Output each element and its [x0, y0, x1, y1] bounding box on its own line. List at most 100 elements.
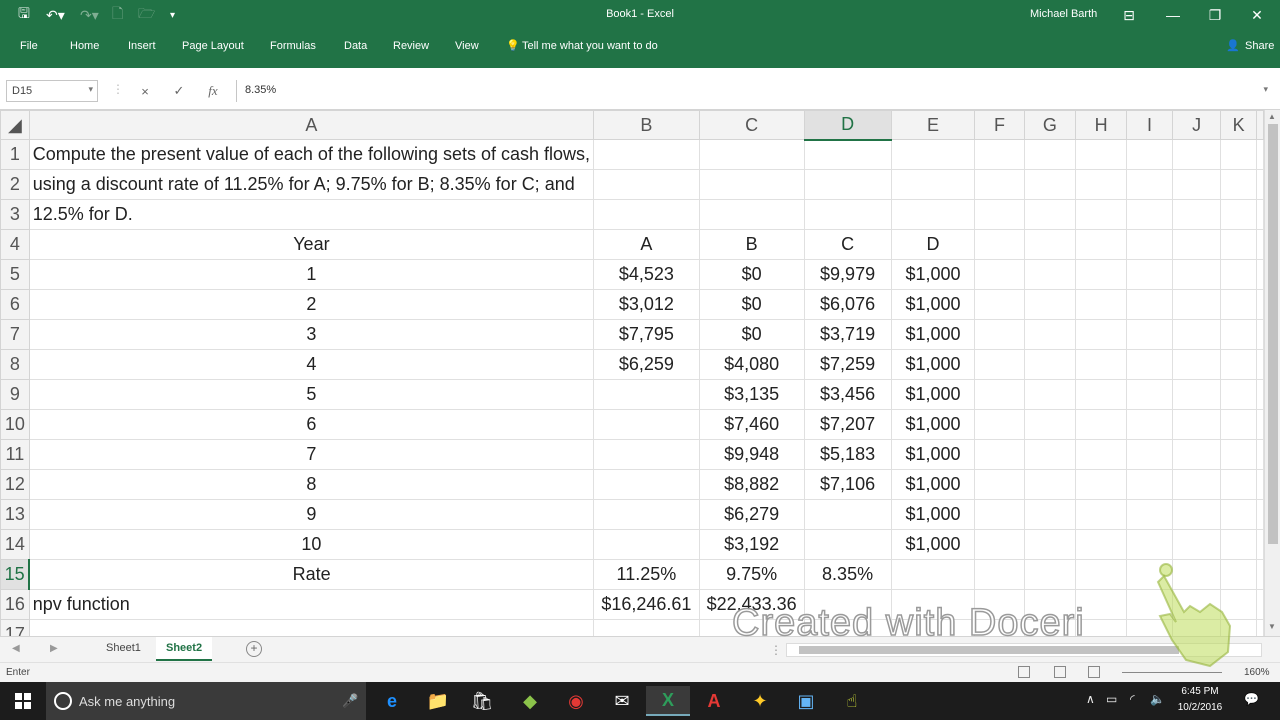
column-header-g[interactable]: G — [1023, 110, 1077, 140]
cell-b10[interactable] — [593, 409, 700, 440]
cell-l11[interactable] — [1256, 439, 1264, 470]
cell-g12[interactable] — [1023, 469, 1077, 500]
cell-b13[interactable] — [593, 499, 700, 530]
file-explorer-icon[interactable]: 📁 — [416, 686, 460, 716]
cell-e9[interactable]: $1,000 — [890, 379, 976, 410]
cell-k4[interactable] — [1220, 229, 1257, 260]
cell-f2[interactable] — [974, 169, 1025, 200]
cell-l13[interactable] — [1256, 499, 1264, 530]
cell-e6[interactable]: $1,000 — [890, 289, 976, 320]
cell-e15[interactable] — [890, 559, 976, 590]
cell-j12[interactable] — [1172, 469, 1222, 500]
cell-l2[interactable] — [1256, 169, 1264, 200]
cell-l14[interactable] — [1256, 529, 1264, 560]
network-icon[interactable]: ▭ — [1106, 692, 1117, 706]
formula-input[interactable]: 8.35% — [236, 80, 1274, 102]
cell-a14[interactable]: 10 — [28, 529, 595, 560]
cell-i3[interactable] — [1125, 199, 1174, 230]
row-header[interactable]: 10 — [0, 409, 30, 440]
zoom-level[interactable]: 160% — [1244, 667, 1270, 678]
cell-h12[interactable] — [1075, 469, 1127, 500]
cell-a8[interactable]: 4 — [28, 349, 595, 380]
cell-a15[interactable]: Rate — [28, 559, 595, 590]
cell-b9[interactable] — [593, 379, 700, 410]
row-header[interactable]: 14 — [0, 529, 30, 560]
cell-h9[interactable] — [1075, 379, 1127, 410]
row-header[interactable]: 8 — [0, 349, 30, 380]
name-box[interactable]: D15 ▾ — [6, 80, 98, 102]
cell-b11[interactable] — [593, 439, 700, 470]
mail-icon[interactable]: ✉ — [600, 686, 644, 716]
cell-e3[interactable] — [890, 199, 976, 230]
add-sheet-icon[interactable]: + — [246, 641, 262, 657]
cell-b12[interactable] — [593, 469, 700, 500]
cell-e5[interactable]: $1,000 — [890, 259, 976, 290]
store-icon[interactable]: 🛍 — [460, 686, 504, 716]
cell-l10[interactable] — [1256, 409, 1264, 440]
cell-a17[interactable] — [28, 619, 595, 636]
tab-review[interactable]: Review — [393, 40, 429, 52]
cell-c6[interactable]: $0 — [698, 289, 805, 320]
next-sheet-icon[interactable]: ▶ — [50, 643, 58, 654]
cell-j2[interactable] — [1172, 169, 1222, 200]
worksheet-grid[interactable]: ◢ ABCDEFGHIJK 1 Compute the present value… — [0, 110, 1264, 636]
cell-a9[interactable]: 5 — [28, 379, 595, 410]
cell-e1[interactable] — [890, 139, 976, 170]
cell-c12[interactable]: $8,882 — [698, 469, 805, 500]
cell-d9[interactable]: $3,456 — [803, 379, 892, 410]
minecraft-icon[interactable]: ◆ — [508, 686, 552, 716]
cell-i6[interactable] — [1125, 289, 1174, 320]
cell-g1[interactable] — [1023, 139, 1077, 170]
scrollbar-thumb[interactable] — [799, 646, 1179, 654]
cell-k9[interactable] — [1220, 379, 1257, 410]
row-header[interactable]: 2 — [0, 169, 30, 200]
cell-g10[interactable] — [1023, 409, 1077, 440]
tab-file[interactable]: File — [20, 40, 38, 52]
cell-d10[interactable]: $7,207 — [803, 409, 892, 440]
page-break-view-icon[interactable] — [1088, 666, 1100, 678]
cell-e7[interactable]: $1,000 — [890, 319, 976, 350]
tab-view[interactable]: View — [455, 40, 479, 52]
cell-h13[interactable] — [1075, 499, 1127, 530]
cell-f8[interactable] — [974, 349, 1025, 380]
cell-b7[interactable]: $7,795 — [593, 319, 700, 350]
cell-k14[interactable] — [1220, 529, 1257, 560]
cell-f14[interactable] — [974, 529, 1025, 560]
share-button[interactable]: Share — [1245, 40, 1274, 52]
normal-view-icon[interactable] — [1018, 666, 1030, 678]
cell-b3[interactable] — [593, 199, 700, 230]
cell-a6[interactable]: 2 — [28, 289, 595, 320]
cell-l8[interactable] — [1256, 349, 1264, 380]
row-header[interactable]: 17 — [0, 619, 30, 636]
row-header[interactable]: 7 — [0, 319, 30, 350]
cell-e8[interactable]: $1,000 — [890, 349, 976, 380]
column-header-a[interactable]: A — [28, 110, 595, 140]
cell-d11[interactable]: $5,183 — [803, 439, 892, 470]
row-header[interactable]: 1 — [0, 139, 30, 170]
cell-b5[interactable]: $4,523 — [593, 259, 700, 290]
prev-sheet-icon[interactable]: ◀ — [12, 643, 20, 654]
chevron-down-icon[interactable]: ▾ — [88, 84, 93, 95]
cell-d6[interactable]: $6,076 — [803, 289, 892, 320]
cell-d5[interactable]: $9,979 — [803, 259, 892, 290]
cell-l1[interactable] — [1256, 139, 1264, 170]
zoom-slider[interactable] — [1122, 672, 1222, 673]
cell-i1[interactable] — [1125, 139, 1174, 170]
cell-f4[interactable] — [974, 229, 1025, 260]
row-header[interactable]: 6 — [0, 289, 30, 320]
cell-f7[interactable] — [974, 319, 1025, 350]
volume-icon[interactable]: 🔈 — [1150, 692, 1165, 706]
row-header[interactable]: 9 — [0, 379, 30, 410]
cell-k6[interactable] — [1220, 289, 1257, 320]
cell-c2[interactable] — [698, 169, 805, 200]
cell-a10[interactable]: 6 — [28, 409, 595, 440]
tab-insert[interactable]: Insert — [128, 40, 156, 52]
page-layout-view-icon[interactable] — [1054, 666, 1066, 678]
doceri-icon[interactable]: ☝ — [830, 686, 874, 716]
cell-k1[interactable] — [1220, 139, 1257, 170]
cell-b1[interactable] — [593, 139, 700, 170]
cell-l5[interactable] — [1256, 259, 1264, 290]
cell-k10[interactable] — [1220, 409, 1257, 440]
cell-i10[interactable] — [1125, 409, 1174, 440]
cell-b8[interactable]: $6,259 — [593, 349, 700, 380]
